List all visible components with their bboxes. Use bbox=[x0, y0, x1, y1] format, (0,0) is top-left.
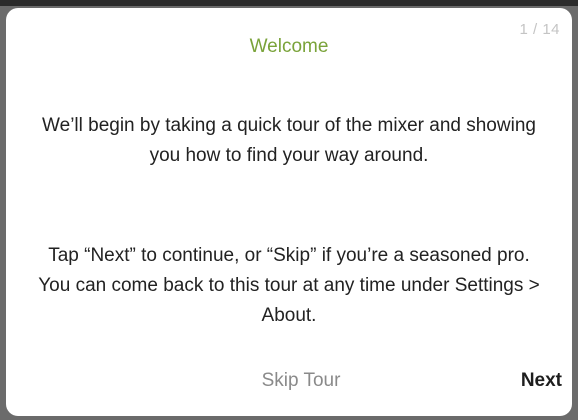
dialog-title: Welcome bbox=[249, 36, 329, 57]
skip-tour-button[interactable]: Skip Tour bbox=[226, 370, 376, 392]
instructions-paragraph: Tap “Next” to continue, or “Skip” if you… bbox=[38, 245, 540, 326]
intro-paragraph: We’ll begin by taking a quick tour of th… bbox=[42, 115, 536, 166]
next-button[interactable]: Next bbox=[521, 370, 562, 392]
top-edge bbox=[0, 0, 578, 6]
tour-dialog: 1 / 14 Welcome We’ll begin by taking a q… bbox=[6, 8, 572, 416]
